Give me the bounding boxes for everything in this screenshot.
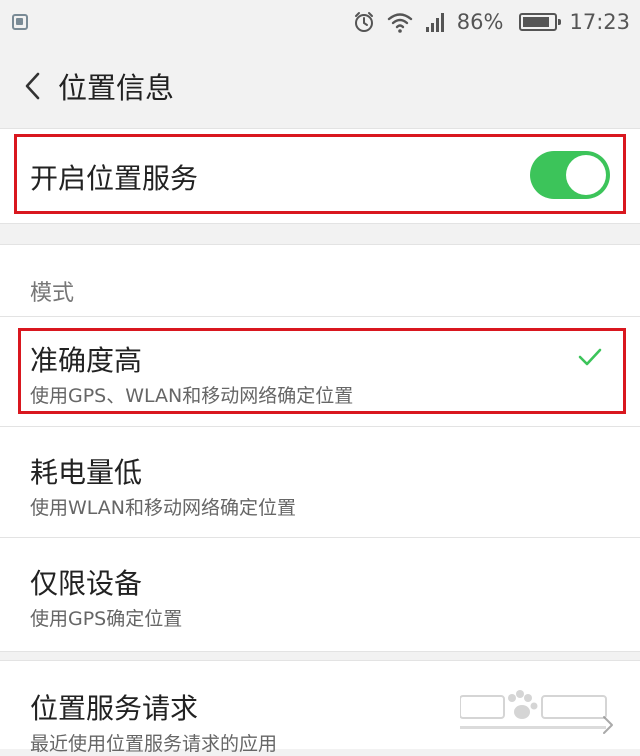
mode-option-subtitle: 使用WLAN和移动网络确定位置: [30, 497, 297, 519]
location-service-toggle[interactable]: [530, 151, 610, 199]
location-requests-subtitle: 最近使用位置服务请求的应用: [30, 733, 278, 755]
battery-level: [523, 17, 550, 27]
mode-option-title: 仅限设备: [30, 567, 143, 600]
check-icon: [578, 347, 602, 371]
battery-percent: 86%: [456, 10, 504, 34]
mode-option-title: 准确度高: [30, 344, 143, 377]
mode-header-row: 模式: [0, 245, 640, 317]
watermark-logo: [459, 686, 610, 740]
mode-option-high-accuracy[interactable]: 准确度高 使用GPS、WLAN和移动网络确定位置: [0, 317, 640, 427]
mode-section: 模式 准确度高 使用GPS、WLAN和移动网络确定位置 耗电量低 使用WLAN和…: [0, 244, 640, 652]
page-title: 位置信息: [58, 71, 175, 105]
mode-option-subtitle: 使用GPS确定位置: [30, 608, 183, 630]
location-service-row[interactable]: 开启位置服务: [0, 129, 640, 223]
app-notification-icon: [12, 14, 28, 30]
mode-option-title: 耗电量低: [30, 456, 143, 489]
mode-option-battery-saving[interactable]: 耗电量低 使用WLAN和移动网络确定位置: [0, 427, 640, 538]
signal-icon: [425, 11, 445, 33]
location-requests-title: 位置服务请求: [30, 692, 199, 725]
battery-icon: [519, 13, 562, 31]
clock: 17:23: [569, 10, 630, 34]
mode-option-subtitle: 使用GPS、WLAN和移动网络确定位置: [30, 385, 354, 407]
alarm-icon: [353, 11, 375, 33]
toggle-knob: [566, 155, 606, 195]
status-bar: 86% 17:23: [0, 0, 640, 44]
location-service-label: 开启位置服务: [30, 162, 199, 195]
mode-option-device-only[interactable]: 仅限设备 使用GPS确定位置: [0, 538, 640, 651]
wifi-icon: [387, 11, 413, 33]
app-header: 位置信息: [0, 44, 640, 128]
chevron-left-icon[interactable]: [24, 71, 48, 101]
location-service-section: 开启位置服务: [0, 128, 640, 224]
mode-header: 模式: [30, 281, 75, 306]
